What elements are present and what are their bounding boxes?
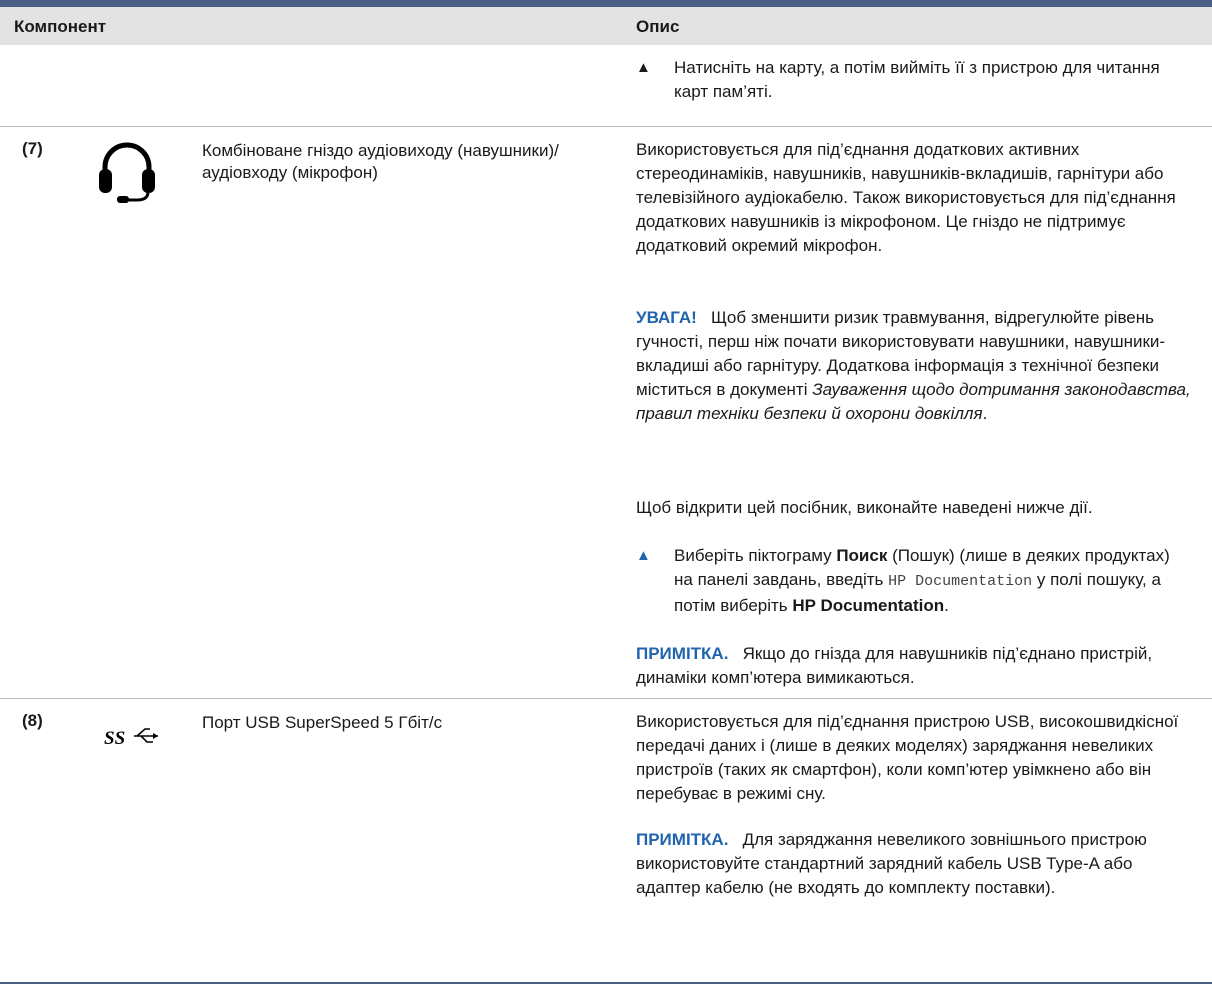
svg-text:SS: SS: [104, 728, 125, 748]
bullet-icon: ▲: [636, 547, 651, 564]
audio-jack-description: Використовується для під’єднання додатко…: [636, 140, 1176, 255]
remove-card-step: Натисніть на карту, а потім вийміть її з…: [674, 58, 1160, 101]
column-header-description: Опис: [636, 17, 680, 36]
search-step: Виберіть піктограму Поиск (Пошук) (лише …: [674, 546, 1170, 615]
note-label: ПРИМІТКА.: [636, 644, 729, 663]
warning-label: УВАГА!: [636, 308, 697, 327]
bullet-icon: ▲: [636, 59, 651, 76]
usb-superspeed-icon: SS: [104, 728, 158, 748]
column-header-component: Компонент: [14, 17, 107, 36]
note-label: ПРИМІТКА.: [636, 830, 729, 849]
open-guide-text: Щоб відкрити цей посібник, виконайте нав…: [636, 498, 1093, 517]
component-name-audio-jack: Комбіноване гніздо аудіовиходу (навушник…: [202, 141, 559, 182]
warning-paragraph: УВАГА! Щоб зменшити ризик травмування, в…: [636, 308, 1191, 423]
row-number: (7): [22, 139, 43, 158]
hp-documentation-label: HP Documentation: [792, 596, 945, 615]
usb-port-description: Використовується для під’єднання пристро…: [636, 712, 1179, 803]
search-query-code: HP Documentation: [888, 573, 1033, 590]
note-headphones: ПРИМІТКА. Якщо до гнізда для навушників …: [636, 644, 1153, 687]
search-label: Поиск: [836, 546, 888, 565]
row-divider: [0, 698, 1212, 699]
row-number: (8): [22, 711, 43, 730]
table-header: [0, 7, 1212, 45]
component-name-usb-port: Порт USB SuperSpeed 5 Гбіт/с: [202, 713, 443, 732]
top-rule: [0, 0, 1212, 7]
row-divider: [0, 126, 1212, 127]
headset-icon: [99, 142, 155, 203]
note-usb-charging: ПРИМІТКА. Для заряджання невеликого зовн…: [636, 830, 1147, 897]
